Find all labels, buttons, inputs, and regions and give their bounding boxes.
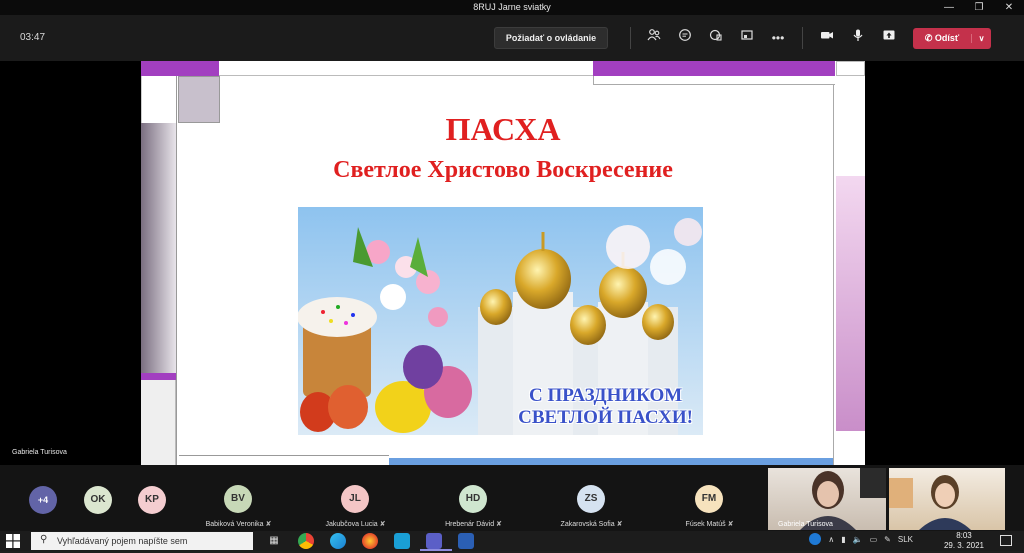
restore-icon[interactable]: ❐ [964, 0, 994, 15]
participant-name-label: Zakarovská Sofia [560, 521, 615, 528]
participant-name-label: Babiková Veronika [205, 521, 264, 528]
firefox-icon[interactable] [362, 533, 378, 549]
skype-icon[interactable] [394, 533, 410, 549]
reactions-icon[interactable] [705, 27, 727, 49]
phone-hangup-icon: ✆ [924, 33, 935, 43]
leave-label: Odísť [934, 33, 960, 43]
greeting-text: С ПРАЗДНИКОМ СВЕТЛОЙ ПАСХИ! [518, 385, 693, 429]
participant-video-image [889, 475, 971, 530]
participant-video-tile[interactable] [889, 468, 1005, 530]
slide-decor [179, 455, 389, 465]
avatar[interactable]: OK [84, 486, 112, 514]
clock-time: 8:03 [956, 531, 972, 540]
clock-date: 29. 3. 2021 [943, 541, 984, 550]
participant-tile[interactable]: JL Jakubčova Lucia ✘ [297, 465, 414, 531]
greeting-line-1: С ПРАЗДНИКОМ [528, 385, 683, 406]
leave-button[interactable]: ✆ Odísť ∨ [913, 28, 991, 49]
more-participants-badge[interactable]: +4 [29, 486, 57, 514]
microphone-icon[interactable] [847, 27, 869, 49]
avatar: HD [459, 485, 487, 513]
slide-decor [836, 176, 865, 431]
slide-decor [593, 61, 835, 76]
participant-name-label: Hrebenár Dávid [445, 521, 495, 528]
language-indicator[interactable]: SLK [898, 535, 913, 544]
camera-icon[interactable] [816, 27, 838, 49]
chevron-up-icon[interactable]: ∧ [828, 535, 834, 544]
windows-taskbar: Vyhľadávaný pojem napíšte sem ⚲ ▦ ∧ ▮ 🔈 … [0, 531, 1024, 551]
participant-name: Fúsek Matúš ✘ [651, 520, 768, 528]
slide-decor [141, 61, 219, 76]
slide-decor [389, 458, 833, 465]
system-tray: ∧ ▮ 🔈 ▭ ✎ SLK [809, 533, 948, 545]
avatar: BV [224, 485, 252, 513]
avatar: FM [695, 485, 723, 513]
video-participant-name: Gabriela Turisova [778, 521, 833, 528]
slide-decor [141, 373, 176, 380]
mic-muted-icon: ✘ [263, 521, 272, 528]
participant-name: Babiková Veronika ✘ [180, 520, 297, 528]
participant-name: Jakubčova Lucia ✘ [297, 520, 414, 528]
slide-decor [593, 76, 835, 85]
slide-decor [836, 61, 865, 76]
slide-decor [141, 380, 176, 465]
mic-muted-icon: ✘ [725, 521, 734, 528]
volume-icon[interactable]: 🔈 [853, 535, 863, 544]
battery-icon[interactable]: ▮ [841, 535, 845, 544]
meeting-timer: 03:47 [20, 32, 46, 43]
more-options-icon[interactable]: ••• [767, 27, 789, 49]
pen-icon[interactable]: ✎ [884, 535, 891, 544]
teams-icon[interactable] [426, 533, 442, 549]
slide-decor [219, 61, 593, 76]
share-screen-icon[interactable] [878, 27, 900, 49]
search-icon: ⚲ [40, 534, 48, 545]
close-icon[interactable]: ✕ [994, 0, 1024, 15]
participant-tile[interactable]: HD Hrebenár Dávid ✘ [415, 465, 532, 531]
windows-start-icon[interactable] [6, 534, 20, 548]
participant-name-label: Fúsek Matúš [685, 521, 726, 528]
presenter-name: Gabriela Turisova [12, 449, 67, 456]
mic-muted-icon: ✘ [614, 521, 623, 528]
chrome-icon[interactable] [298, 533, 314, 549]
chevron-down-icon[interactable]: ∨ [971, 34, 991, 43]
help-icon[interactable] [809, 533, 822, 545]
slide-title: ПАСХА [445, 111, 561, 147]
mic-muted-icon: ✘ [377, 521, 386, 528]
mic-muted-icon: ✘ [494, 521, 502, 528]
participant-tile[interactable]: FM Fúsek Matúš ✘ [651, 465, 768, 531]
participant-name: Zakarovská Sofia ✘ [533, 520, 650, 528]
toolbar-divider [802, 27, 803, 49]
window-title: 8RUJ Jarne sviatky [473, 2, 551, 12]
presentation-slide: ПАСХА Светлое Христово Воскресение С ПРА… [141, 61, 865, 465]
edge-icon[interactable] [330, 533, 346, 549]
minimize-icon[interactable]: — [934, 0, 964, 15]
participant-name-label: Jakubčova Lucia [325, 521, 378, 528]
participants-icon[interactable] [643, 27, 665, 49]
slide-subtitle: Светлое Христово Воскресение [333, 157, 673, 183]
taskbar-clock[interactable]: 8:03 29. 3. 2021 [944, 531, 984, 551]
word-icon[interactable] [458, 533, 474, 549]
participant-name: Hrebenár Dávid ✘ [415, 520, 532, 528]
greeting-line-2: СВЕТЛОЙ ПАСХИ! [518, 407, 693, 428]
participant-video-tile[interactable]: Gabriela Turisova [768, 468, 886, 530]
breakout-rooms-icon[interactable] [736, 27, 758, 49]
window-title-bar: 8RUJ Jarne sviatky — ❐ ✕ [0, 0, 1024, 15]
network-icon[interactable]: ▭ [870, 535, 878, 544]
toolbar-divider [630, 27, 631, 49]
avatar: ZS [577, 485, 605, 513]
participant-roster: +4 OK KP BV Babiková Veronika ✘ JL Jakubčov… [0, 465, 1024, 531]
request-control-button[interactable]: Požiadať o ovládanie [494, 27, 608, 49]
avatar[interactable]: KP [138, 486, 166, 514]
task-view-icon[interactable]: ▦ [266, 533, 282, 549]
notifications-icon[interactable] [1000, 535, 1012, 546]
chat-icon[interactable] [674, 27, 696, 49]
participant-tile[interactable]: ZS Zakarovská Sofia ✘ [533, 465, 650, 531]
avatar: JL [341, 485, 369, 513]
taskbar-search-input[interactable]: Vyhľadávaný pojem napíšte sem [31, 532, 253, 550]
easter-image: С ПРАЗДНИКОМ СВЕТЛОЙ ПАСХИ! [298, 207, 703, 435]
meeting-toolbar: 03:47 Požiadať o ovládanie ••• ✆ Odísť ∨ [0, 15, 1024, 61]
participant-tile[interactable]: BV Babiková Veronika ✘ [180, 465, 297, 531]
